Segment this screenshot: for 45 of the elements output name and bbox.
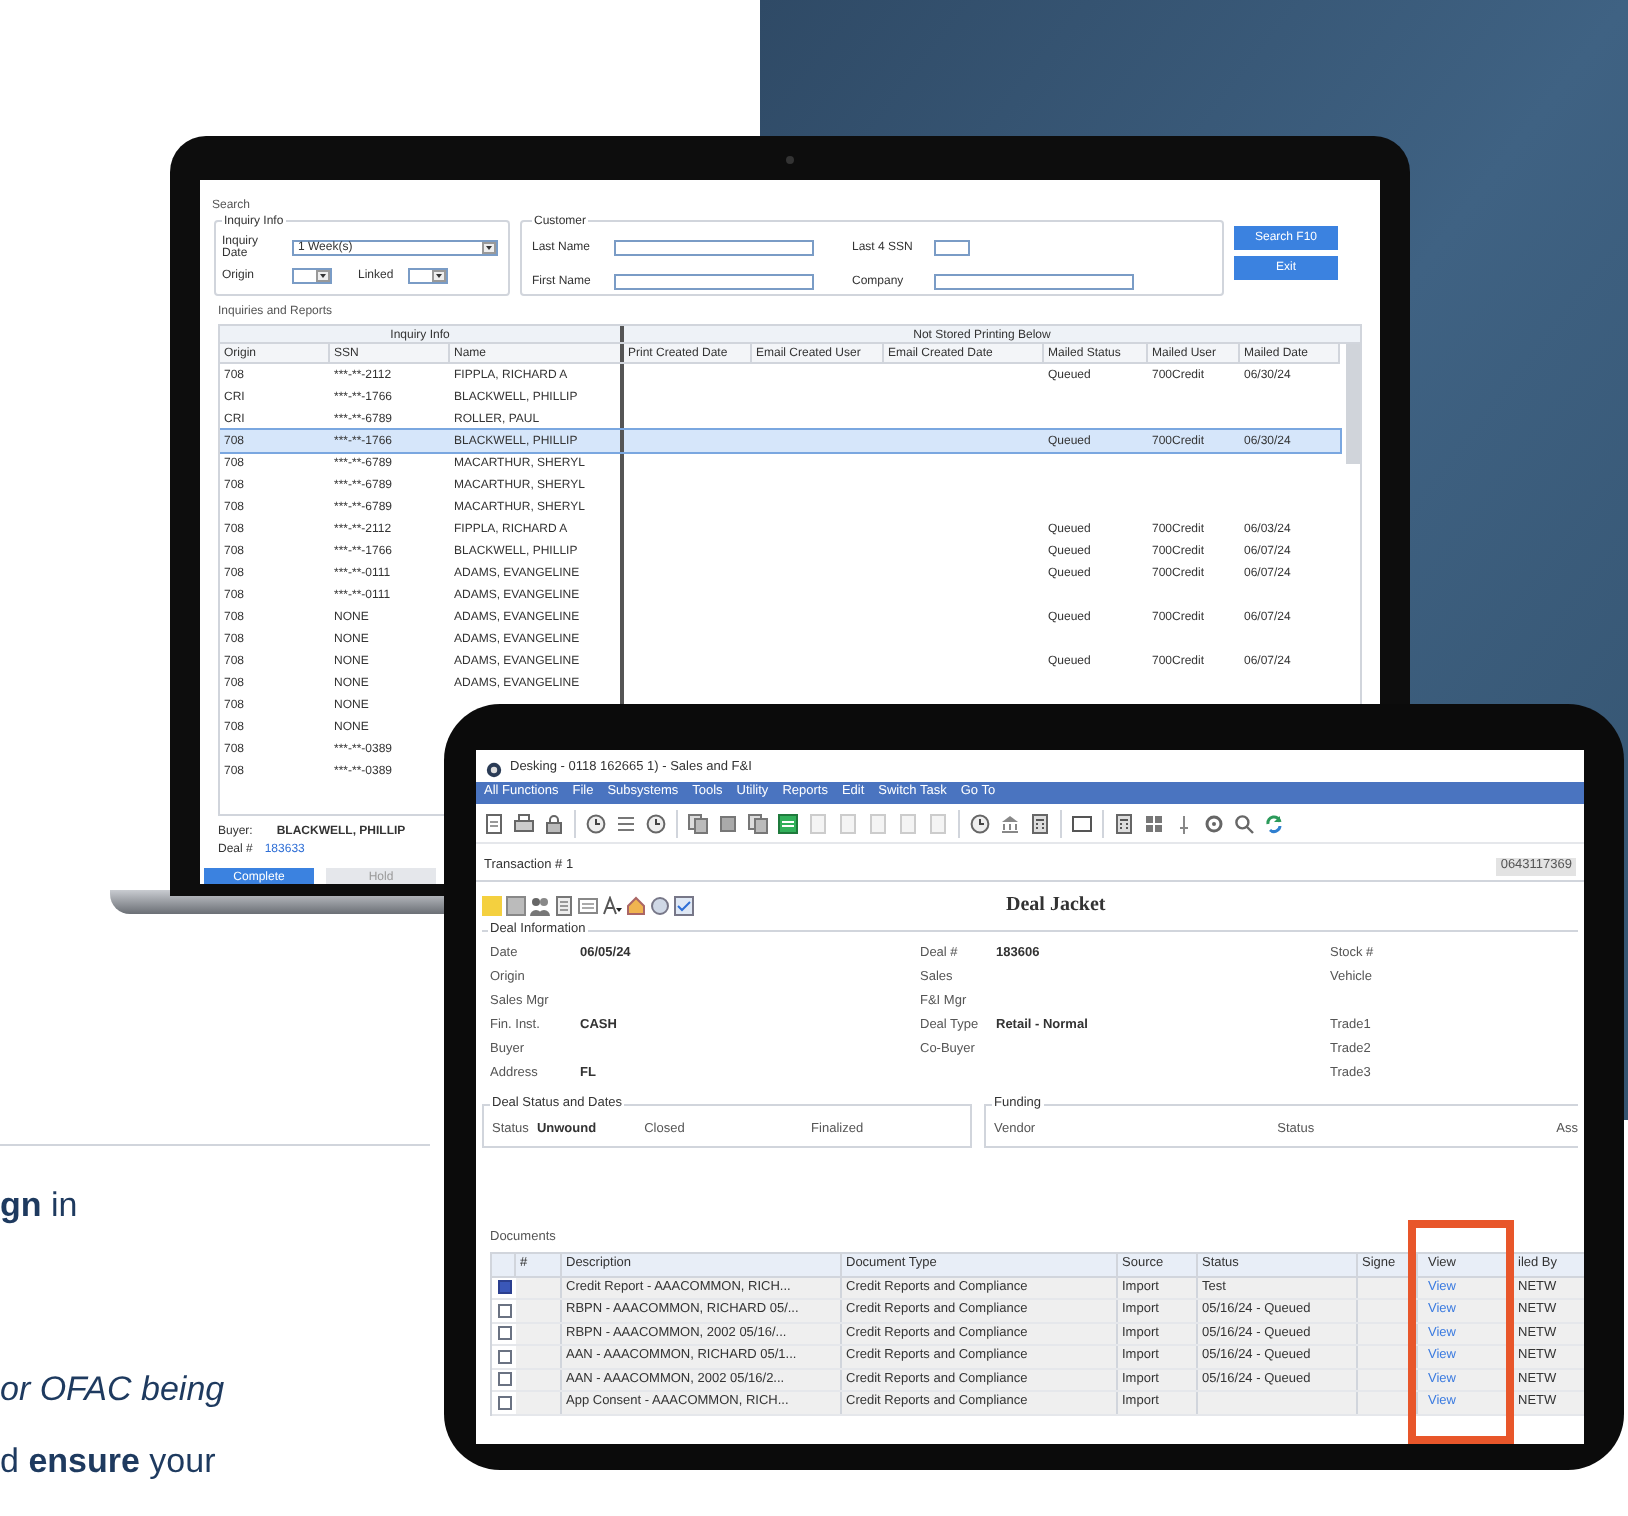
calculator-icon[interactable] — [1030, 813, 1050, 833]
clock-icon[interactable] — [586, 813, 606, 833]
clock-icon[interactable] — [646, 813, 666, 833]
calculator-icon[interactable] — [1114, 813, 1134, 833]
list-icon[interactable] — [616, 813, 636, 833]
spreadsheet-icon[interactable] — [778, 813, 798, 833]
checklist-icon[interactable] — [674, 896, 694, 916]
pin-icon[interactable] — [1174, 813, 1194, 833]
input-field[interactable] — [934, 240, 970, 257]
checkbox[interactable] — [497, 1303, 511, 1318]
paragraph-text: gn in — [0, 1188, 80, 1222]
app-logo-icon[interactable] — [486, 761, 502, 777]
checkbox[interactable] — [497, 1372, 511, 1387]
checkbox[interactable] — [497, 1395, 511, 1410]
font-icon[interactable] — [602, 896, 622, 916]
checkbox[interactable] — [497, 1326, 511, 1341]
search-icon[interactable] — [1234, 813, 1254, 833]
checkbox[interactable] — [497, 1280, 511, 1295]
input-field[interactable] — [614, 273, 814, 290]
document-icon[interactable] — [484, 813, 504, 833]
paragraph-text: d ensure your — [0, 1444, 218, 1478]
scrollbar[interactable] — [1346, 344, 1360, 464]
copy-icon[interactable] — [688, 813, 708, 833]
paragraph-text: or OFAC being — [0, 1372, 225, 1406]
clock-icon[interactable] — [970, 813, 990, 833]
bank-icon[interactable] — [1000, 813, 1020, 833]
refresh-icon[interactable] — [1264, 813, 1284, 833]
camera-icon — [786, 156, 794, 164]
checkbox[interactable] — [497, 1349, 511, 1364]
input-field[interactable] — [934, 273, 1134, 290]
dropdown-arrow-icon[interactable] — [316, 270, 330, 282]
square-icon[interactable] — [718, 813, 738, 833]
lock-icon[interactable] — [544, 813, 564, 833]
input-field[interactable] — [614, 240, 814, 257]
dropdown-arrow-icon[interactable] — [482, 242, 496, 254]
copy-icon[interactable] — [748, 813, 768, 833]
dropdown-arrow-icon[interactable] — [432, 270, 446, 282]
people-icon[interactable] — [530, 896, 550, 916]
document-icon[interactable] — [554, 896, 574, 916]
settings-icon[interactable] — [1204, 813, 1224, 833]
page-heading: Deal Jacket — [1006, 896, 1106, 916]
printer-icon[interactable] — [514, 813, 534, 833]
disc-icon[interactable] — [650, 896, 670, 916]
grid-icon[interactable] — [1144, 813, 1164, 833]
window-icon[interactable] — [1072, 813, 1092, 833]
